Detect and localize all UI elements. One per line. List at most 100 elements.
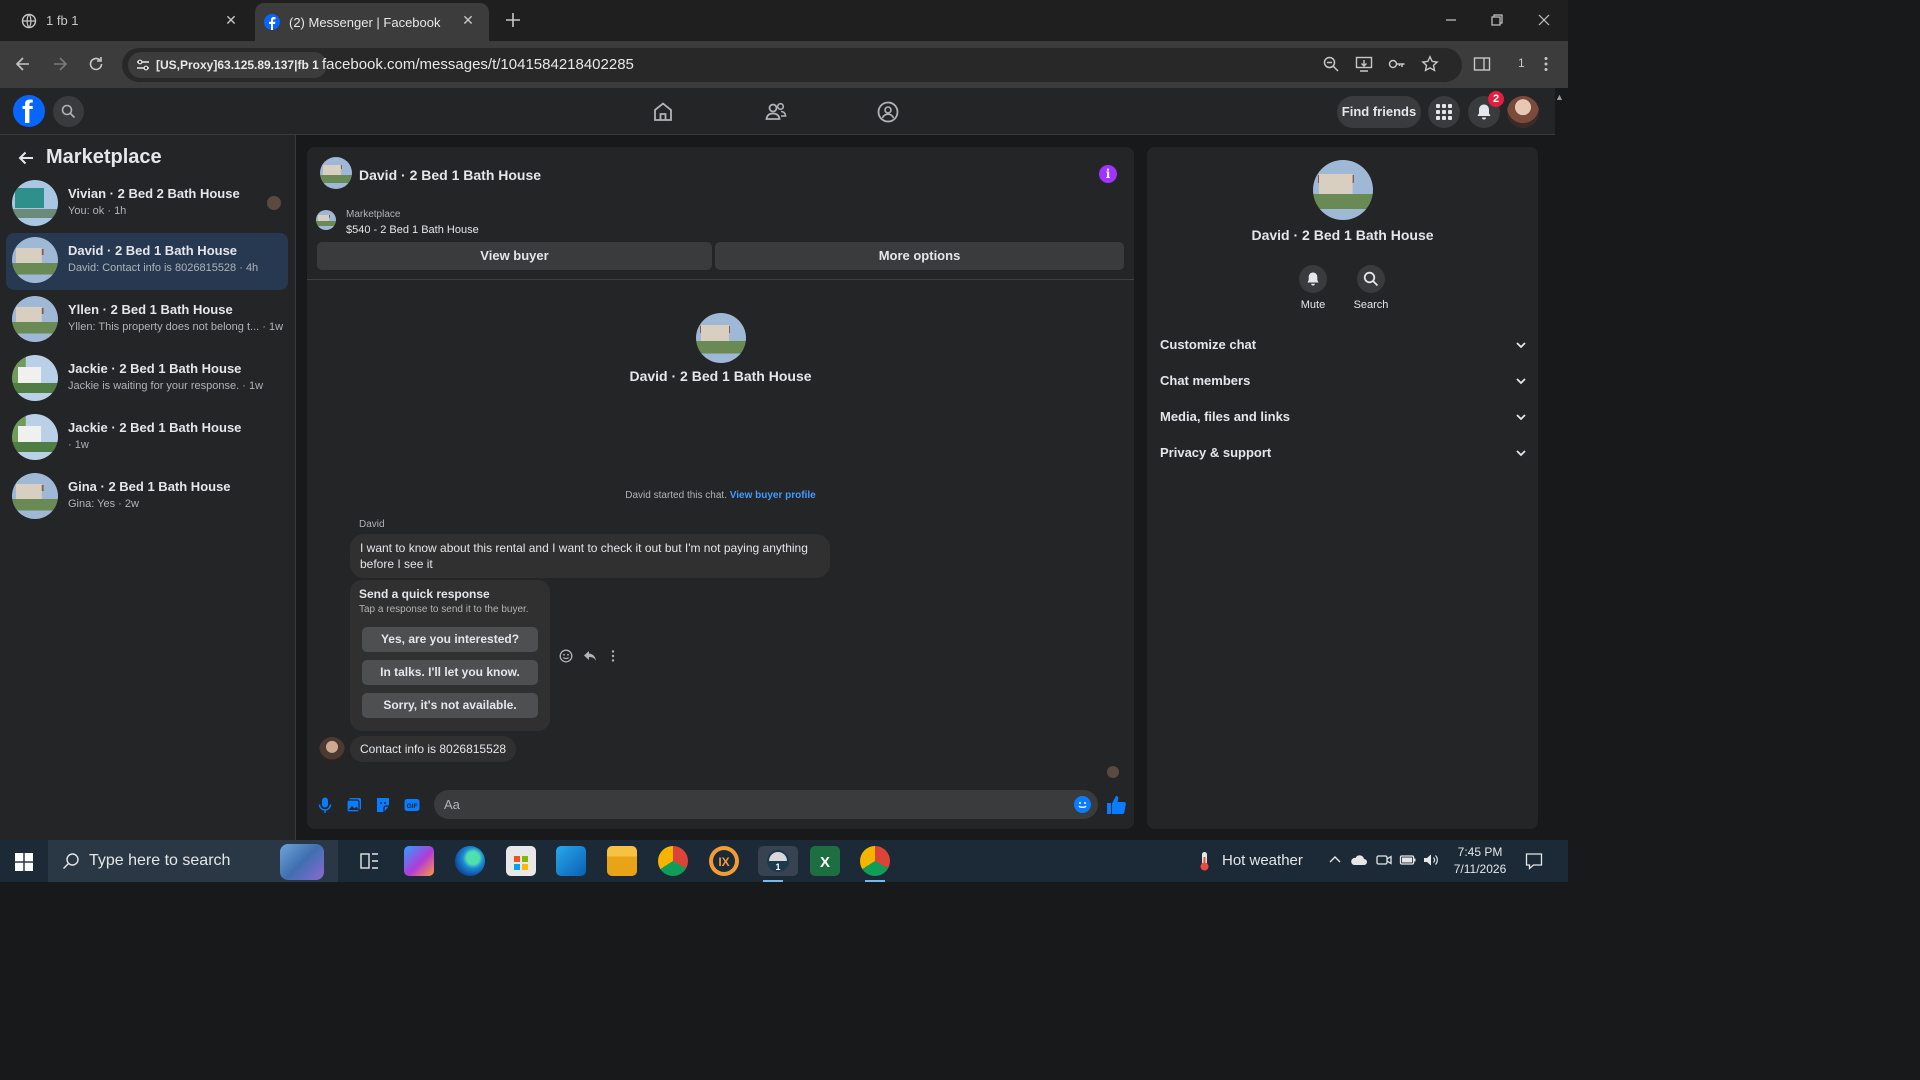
view-buyer-profile-link[interactable]: View buyer profile [730, 490, 816, 501]
url-text[interactable]: facebook.com/messages/t/1041584218402285 [322, 56, 634, 73]
task-view-icon[interactable] [354, 846, 384, 876]
message-composer[interactable] [434, 790, 1098, 819]
quick-response-button[interactable]: Yes, are you interested? [362, 627, 538, 652]
taskbar-search-box[interactable]: Type here to search [48, 840, 338, 882]
notification-center-icon[interactable] [1524, 851, 1544, 871]
customize-chat-section[interactable]: Customize chat [1160, 328, 1528, 362]
address-bar[interactable]: [US,Proxy]63.125.89.137|fb 1 facebook.co… [122, 48, 1462, 82]
browser-profile-app-icon[interactable]: 1 [758, 846, 798, 882]
chrome-icon[interactable] [860, 846, 890, 882]
listing-title[interactable]: $540 - 2 Bed 1 Bath House [346, 224, 479, 236]
chat-title[interactable]: David · 2 Bed 1 Bath House [359, 167, 541, 183]
photo-icon[interactable] [345, 796, 363, 814]
account-avatar[interactable] [1507, 96, 1539, 128]
mute-button[interactable]: Mute [1283, 265, 1343, 311]
outlook-icon[interactable] [556, 846, 586, 876]
conversation-item-active[interactable]: David · 2 Bed 1 Bath House David: Contac… [6, 233, 288, 290]
app-grid-icon [1436, 104, 1452, 120]
facebook-logo[interactable]: f [13, 94, 45, 130]
windows-start-icon[interactable] [15, 853, 33, 871]
password-key-icon[interactable] [1388, 55, 1406, 73]
search-in-chat-button[interactable]: Search [1341, 265, 1401, 311]
side-panel-icon[interactable] [1473, 55, 1491, 73]
file-explorer-icon[interactable] [607, 846, 637, 876]
conversation-item[interactable]: Vivian · 2 Bed 2 Bath House You: ok · 1h [6, 176, 288, 233]
sender-avatar[interactable] [319, 737, 345, 763]
home-icon[interactable] [651, 100, 675, 124]
back-arrow-icon[interactable] [13, 54, 33, 74]
info-icon[interactable]: i [1099, 165, 1117, 183]
proxy-label: [US,Proxy]63.125.89.137|fb 1 [156, 58, 319, 72]
chat-members-section[interactable]: Chat members [1160, 364, 1528, 398]
quick-response-button[interactable]: In talks. I'll let you know. [362, 660, 538, 685]
chrome-icon[interactable] [658, 846, 688, 876]
chat-info-avatar[interactable] [1313, 160, 1373, 220]
close-tab-icon[interactable]: ✕ [222, 11, 240, 29]
chat-avatar[interactable] [320, 157, 352, 189]
bell-icon [1307, 272, 1319, 286]
reply-icon[interactable] [583, 649, 597, 663]
microphone-icon[interactable] [316, 796, 334, 814]
conversation-item[interactable]: Gina · 2 Bed 1 Bath House Gina: Yes · 2w [6, 469, 288, 526]
menu-button[interactable] [1428, 96, 1460, 128]
sticker-icon[interactable] [374, 796, 392, 814]
onedrive-icon[interactable] [1350, 851, 1368, 869]
browser-tab-active[interactable]: (2) Messenger | Facebook ✕ [255, 3, 489, 41]
react-emoji-icon[interactable] [559, 649, 573, 663]
emoji-icon[interactable] [1074, 796, 1091, 813]
seen-avatar [267, 196, 281, 210]
microsoft-store-icon[interactable] [506, 846, 536, 876]
conversation-item[interactable]: Jackie · 2 Bed 1 Bath House Jackie is wa… [6, 351, 288, 408]
groups-icon[interactable] [876, 100, 900, 124]
close-tab-icon[interactable]: ✕ [459, 11, 477, 29]
battery-icon[interactable] [1399, 851, 1417, 869]
listing-thumbnail [12, 473, 58, 519]
tune-icon [137, 59, 149, 71]
conversation-item[interactable]: Jackie · 2 Bed 1 Bath House · 1w [6, 410, 288, 467]
search-highlight-image [280, 844, 324, 880]
forward-arrow-icon[interactable] [50, 54, 70, 74]
friends-icon[interactable] [764, 100, 788, 124]
globe-icon [21, 13, 37, 28]
zoom-icon[interactable] [1322, 55, 1340, 73]
bookmark-star-icon[interactable] [1421, 55, 1439, 73]
browser-menu-icon[interactable] [1537, 55, 1555, 73]
system-clock[interactable]: 7:45 PM 7/11/2026 [1444, 844, 1516, 878]
new-tab-icon[interactable] [503, 10, 523, 30]
chevron-up-icon[interactable] [1326, 851, 1344, 869]
excel-icon[interactable]: X [810, 846, 840, 876]
search-button[interactable] [53, 96, 84, 127]
copilot-icon[interactable] [404, 846, 434, 876]
more-vertical-icon[interactable] [606, 649, 620, 663]
site-info-chip[interactable]: [US,Proxy]63.125.89.137|fb 1 [128, 52, 327, 78]
weather-label[interactable]: Hot weather [1222, 852, 1303, 869]
thermometer-icon[interactable] [1194, 850, 1214, 872]
edge-browser-icon[interactable] [455, 846, 485, 876]
thumbs-up-icon[interactable] [1105, 794, 1127, 816]
message-input[interactable] [444, 790, 1044, 819]
ixbrowser-icon[interactable]: IX [709, 846, 739, 876]
quick-response-button[interactable]: Sorry, it's not available. [362, 693, 538, 718]
listing-thumbnail [12, 180, 58, 226]
view-buyer-button[interactable]: View buyer [317, 242, 712, 270]
chevron-down-icon [1516, 342, 1526, 349]
more-options-button[interactable]: More options [715, 242, 1124, 270]
meet-now-icon[interactable] [1375, 851, 1393, 869]
gif-icon[interactable]: GIF [403, 796, 421, 814]
close-window-icon[interactable] [1532, 8, 1556, 32]
volume-icon[interactable] [1422, 851, 1440, 869]
find-friends-button[interactable]: Find friends [1337, 96, 1421, 128]
install-app-icon[interactable] [1355, 55, 1373, 73]
conversation-item[interactable]: Yllen · 2 Bed 1 Bath House Yllen: This p… [6, 292, 288, 349]
browser-tab[interactable]: 1 fb 1 ✕ [0, 0, 252, 41]
privacy-support-section[interactable]: Privacy & support [1160, 436, 1528, 470]
chat-panel: David · 2 Bed 1 Bath House i Marketplace… [307, 147, 1134, 829]
back-arrow-icon[interactable] [16, 148, 36, 168]
media-files-links-section[interactable]: Media, files and links [1160, 400, 1528, 434]
minimize-icon[interactable] [1439, 8, 1463, 32]
profile-count[interactable]: 1 [1518, 56, 1525, 70]
restore-icon[interactable] [1485, 8, 1509, 32]
scrollbar-up-arrow[interactable]: ▲ [1555, 92, 1565, 102]
reload-icon[interactable] [86, 54, 106, 74]
bell-icon [1477, 104, 1491, 120]
